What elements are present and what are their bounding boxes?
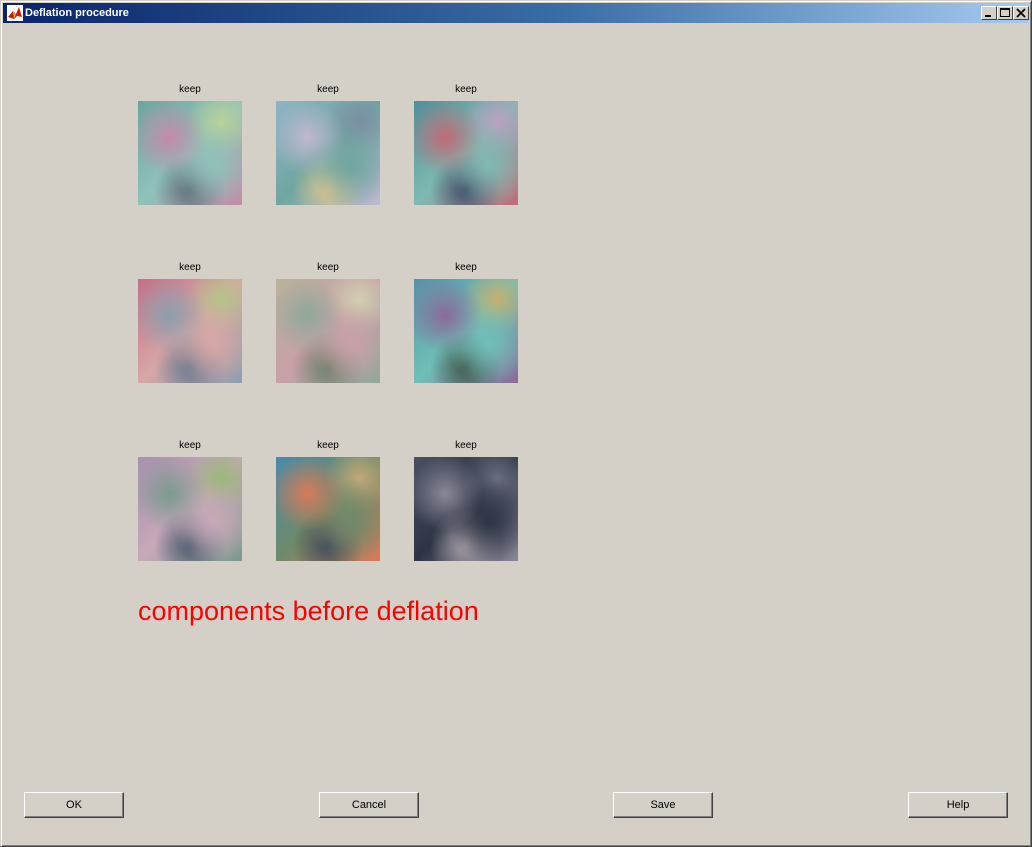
component-keep-label[interactable]: keep: [138, 84, 242, 96]
component-keep-label[interactable]: keep: [138, 440, 242, 452]
component-image[interactable]: [138, 279, 242, 383]
component-keep-label[interactable]: keep: [276, 440, 380, 452]
title-bar[interactable]: Deflation procedure: [3, 3, 1029, 23]
minimize-icon: [985, 15, 991, 17]
maximize-icon: [1000, 8, 1010, 17]
component-keep-label[interactable]: keep: [276, 262, 380, 274]
component-image[interactable]: [414, 457, 518, 561]
component-image[interactable]: [276, 279, 380, 383]
component-keep-label[interactable]: keep: [276, 84, 380, 96]
component-image[interactable]: [414, 101, 518, 205]
component-image[interactable]: [138, 101, 242, 205]
maximize-button[interactable]: [997, 6, 1013, 20]
cancel-button[interactable]: Cancel: [319, 792, 419, 818]
save-button[interactable]: Save: [613, 792, 713, 818]
component-keep-label[interactable]: keep: [138, 262, 242, 274]
close-button[interactable]: [1013, 6, 1029, 20]
component-image[interactable]: [276, 457, 380, 561]
deflation-window: Deflation procedure keep keep keep keep keep…: [0, 0, 1032, 847]
component-keep-label[interactable]: keep: [414, 262, 518, 274]
close-icon: [1016, 8, 1026, 18]
component-image[interactable]: [276, 101, 380, 205]
help-button[interactable]: Help: [908, 792, 1008, 818]
component-keep-label[interactable]: keep: [414, 84, 518, 96]
ok-button[interactable]: OK: [24, 792, 124, 818]
matlab-logo-icon: [7, 5, 23, 21]
component-image[interactable]: [414, 279, 518, 383]
window-title: Deflation procedure: [25, 7, 129, 19]
component-keep-label[interactable]: keep: [414, 440, 518, 452]
component-image[interactable]: [138, 457, 242, 561]
caption-text: components before deflation: [138, 596, 479, 626]
minimize-button[interactable]: [981, 6, 997, 20]
